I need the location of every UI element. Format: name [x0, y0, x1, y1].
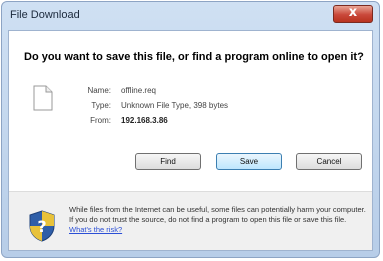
file-type-value: Unknown File Type, 398 bytes	[121, 101, 229, 110]
find-button[interactable]: Find	[135, 153, 201, 170]
file-download-dialog: File Download x Do you want to save this…	[1, 1, 380, 258]
file-name-value: offline.req	[121, 86, 156, 95]
warning-footer: ? While files from the Internet can be u…	[9, 191, 372, 250]
close-button[interactable]: x	[333, 5, 373, 23]
save-button[interactable]: Save	[216, 153, 282, 170]
warning-message: While files from the Internet can be use…	[69, 205, 369, 235]
window-title: File Download	[10, 9, 80, 21]
dialog-question: Do you want to save this file, or find a…	[24, 51, 364, 63]
warning-text: While files from the Internet can be use…	[69, 205, 366, 224]
dialog-body: Do you want to save this file, or find a…	[8, 30, 373, 251]
file-from-label: From:	[90, 116, 111, 125]
title-bar[interactable]: File Download x	[2, 2, 379, 30]
close-icon: x	[348, 5, 358, 20]
shield-icon: ?	[29, 210, 55, 242]
svg-text:?: ?	[37, 217, 46, 236]
file-name-label: Name:	[87, 86, 111, 95]
risk-link[interactable]: What's the risk?	[69, 225, 122, 234]
file-from-value: 192.168.3.86	[121, 116, 168, 125]
file-type-label: Type:	[91, 101, 111, 110]
cancel-button[interactable]: Cancel	[296, 153, 362, 170]
file-icon	[33, 85, 53, 111]
